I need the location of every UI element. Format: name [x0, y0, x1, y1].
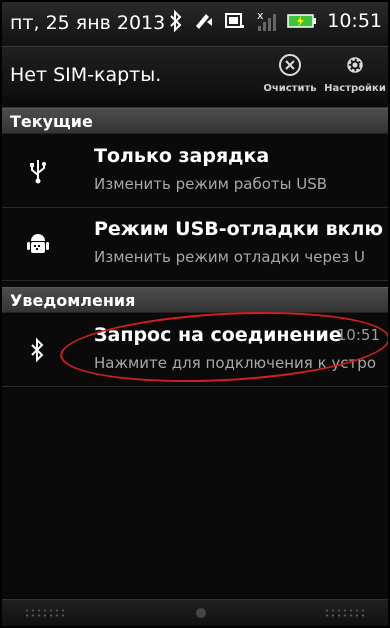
signal-icon: x	[257, 10, 277, 31]
shade-handle[interactable]	[2, 599, 388, 626]
battery-charging-icon	[287, 14, 317, 28]
clear-button[interactable]: Очистить	[260, 53, 320, 94]
bluetooth-icon	[31, 337, 44, 363]
notification-subtitle: Изменить режим отладки через U	[94, 248, 365, 266]
android-debug-icon	[27, 234, 49, 253]
gear-icon	[347, 57, 363, 73]
no-sim-label: Нет SIM-карты.	[10, 64, 162, 86]
settings-button[interactable]: Настройки	[322, 53, 388, 94]
svg-text:x: x	[257, 10, 264, 22]
clear-button-label: Очистить	[263, 83, 317, 94]
sync-icon	[196, 14, 213, 29]
notification-title: Режим USB-отладки включе	[94, 218, 384, 240]
status-time: 10:51	[327, 10, 382, 32]
grip-left	[24, 608, 64, 618]
settings-button-label: Настройки	[324, 83, 386, 94]
bluetooth-icon	[170, 10, 182, 32]
grip-right	[324, 608, 364, 618]
section-notifications: Уведомления	[2, 287, 388, 313]
shade-header: Нет SIM-карты. Очистить Настройки	[2, 47, 388, 108]
screen-icon	[225, 13, 245, 28]
section-current: Текущие	[2, 108, 388, 134]
status-bar: пт, 25 янв 2013 x 10:51	[2, 2, 388, 47]
notification-shade: пт, 25 янв 2013 x 10:51 Нет SIM-карты. О…	[0, 0, 390, 628]
handle-dot	[196, 608, 206, 618]
notification-title: Только зарядка	[94, 145, 270, 167]
notification-usb-debug[interactable]: Режим USB-отладки включе Изменить режим …	[2, 208, 388, 281]
notification-subtitle: Изменить режим работы USB	[94, 175, 328, 193]
close-icon	[279, 54, 301, 76]
notification-usb-charging[interactable]: Только зарядка Изменить режим работы USB	[2, 135, 388, 208]
status-date: пт, 25 янв 2013	[10, 12, 166, 34]
usb-icon	[30, 160, 46, 184]
status-icons: x 10:51	[169, 10, 382, 32]
